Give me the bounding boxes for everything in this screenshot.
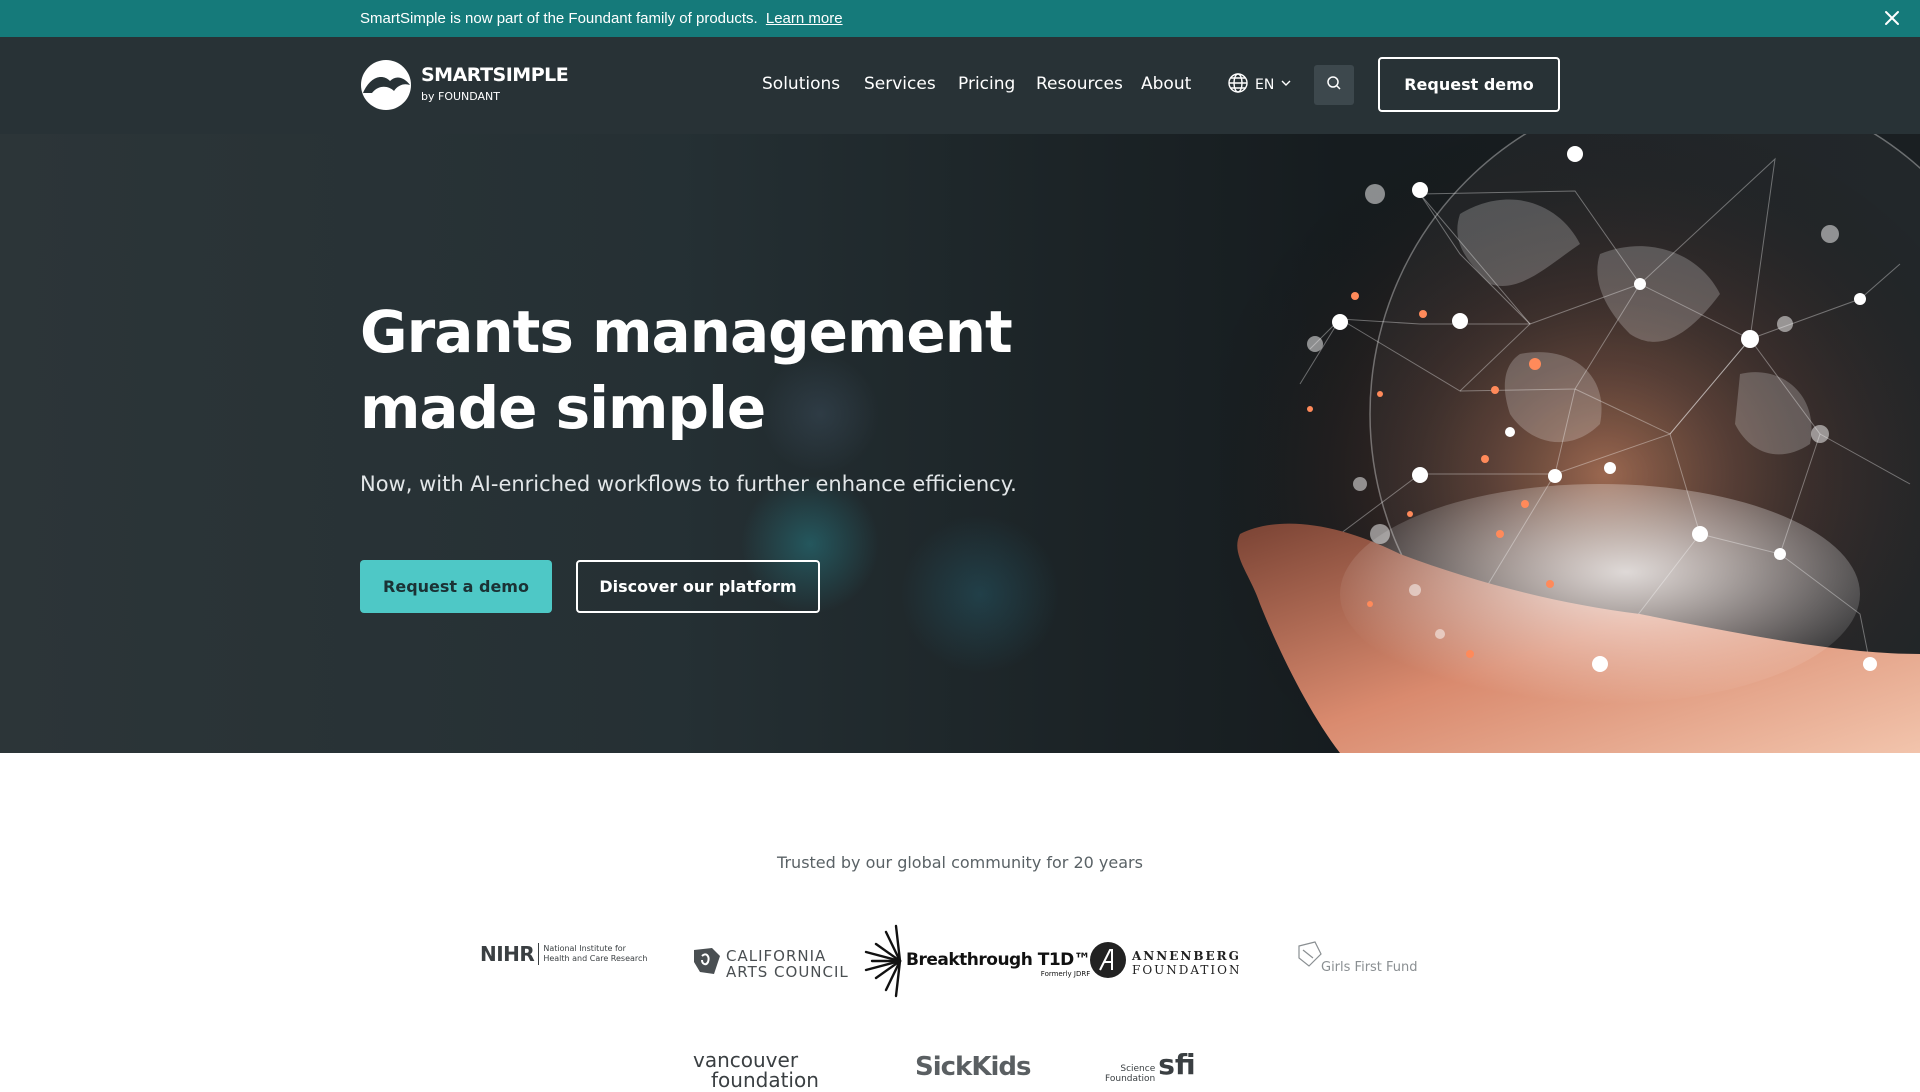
vancouver-line2: foundation xyxy=(711,1068,819,1092)
search-icon xyxy=(1326,75,1342,96)
annenberg-mark-icon xyxy=(1090,942,1126,983)
nav-solutions[interactable]: Solutions xyxy=(762,74,840,98)
annenberg-foundation-logo: ANNENBERG FOUNDATION xyxy=(1090,942,1242,983)
brand-sub: by FOUNDANT xyxy=(421,90,501,103)
logo-mark-icon xyxy=(360,59,412,111)
breakthrough-burst-icon xyxy=(860,924,904,1003)
science-foundation-text: Science Foundation xyxy=(1105,1064,1155,1084)
sfi-mark: sfi xyxy=(1158,1047,1196,1081)
learn-more-link[interactable]: Learn more xyxy=(766,10,843,27)
nihr-sub1: National Institute for xyxy=(543,944,626,953)
california-arts-mark-icon xyxy=(690,944,724,983)
california-arts-line2: ARTS COUNCIL xyxy=(726,962,849,981)
brand-name: SMARTSIMPLE xyxy=(421,64,569,86)
breakthrough-t1d-logo: Breakthrough T1D™ Formerly JDRF xyxy=(860,924,1091,1003)
nav-services[interactable]: Services xyxy=(864,74,936,98)
hero-subtitle: Now, with AI-enriched workflows to furth… xyxy=(360,472,1017,496)
discover-platform-button[interactable]: Discover our platform xyxy=(576,560,820,613)
science-foundation-line1: Science xyxy=(1120,1064,1156,1074)
sickkids-name: SickKids xyxy=(915,1052,1031,1082)
hero-title-line1: Grants management xyxy=(360,298,1013,366)
hero-title: Grants management made simple xyxy=(360,294,1080,446)
science-foundation-line2: Foundation xyxy=(1105,1074,1156,1084)
announcement-bar: SmartSimple is now part of the Foundant … xyxy=(0,0,1920,37)
language-selector[interactable]: EN xyxy=(1227,73,1292,97)
nihr-sub2: Health and Care Research xyxy=(543,954,648,963)
announcement-message: SmartSimple is now part of the Foundant … xyxy=(360,10,758,27)
trusted-heading: Trusted by our global community for 20 y… xyxy=(777,853,1143,872)
nihr-logo-name: NIHR xyxy=(480,942,535,966)
hero-bokeh xyxy=(900,514,1060,674)
california-arts-council-logo: CALIFORNIA ARTS COUNCIL xyxy=(690,944,849,983)
smartsimple-logo[interactable]: SMARTSIMPLE by FOUNDANT xyxy=(360,59,570,111)
breakthrough-text: Breakthrough T1D™ Formerly JDRF xyxy=(906,949,1091,978)
site-header: SMARTSIMPLE by FOUNDANT Solutions Servic… xyxy=(0,37,1920,134)
annenberg-line2: FOUNDATION xyxy=(1132,962,1242,977)
science-foundation-logo: Science Foundation sfi xyxy=(1105,1044,1196,1085)
request-demo-button[interactable]: Request demo xyxy=(1378,57,1560,112)
california-arts-text: CALIFORNIA ARTS COUNCIL xyxy=(726,948,849,980)
nav-resources[interactable]: Resources xyxy=(1036,74,1123,98)
nav-pricing[interactable]: Pricing xyxy=(958,74,1015,98)
annenberg-line1: ANNENBERG xyxy=(1132,948,1241,963)
search-button[interactable] xyxy=(1314,65,1354,105)
vancouver-line1: vancouver xyxy=(693,1048,799,1072)
girls-first-fund-name: Girls First Fund xyxy=(1321,960,1418,975)
sickkids-logo: SickKids xyxy=(915,1052,1031,1082)
globe-icon xyxy=(1227,72,1249,98)
hero-globe-hand-image xyxy=(1220,134,1920,753)
close-icon[interactable] xyxy=(1880,6,1904,30)
request-a-demo-button[interactable]: Request a demo xyxy=(360,560,552,613)
nihr-divider xyxy=(538,943,540,965)
breakthrough-sub: Formerly JDRF xyxy=(1040,969,1091,978)
annenberg-text: ANNENBERG FOUNDATION xyxy=(1132,949,1242,977)
nihr-logo: NIHR National Institute for Health and C… xyxy=(480,942,648,966)
girls-first-fund-logo: Girls First Fund xyxy=(1295,940,1418,977)
nihr-logo-subtitle: National Institute for Health and Care R… xyxy=(543,944,647,964)
announcement-text: SmartSimple is now part of the Foundant … xyxy=(360,10,843,27)
california-arts-line1: CALIFORNIA xyxy=(726,946,827,965)
vancouver-foundation-logo: vancouver foundation xyxy=(693,1050,819,1090)
hero-section: Grants management made simple Now, with … xyxy=(0,134,1920,753)
language-code: EN xyxy=(1255,77,1275,93)
chevron-down-icon xyxy=(1280,77,1292,93)
nav-about[interactable]: About xyxy=(1141,74,1191,98)
hero-title-line2: made simple xyxy=(360,374,766,442)
breakthrough-name: Breakthrough T1D™ xyxy=(906,949,1091,970)
